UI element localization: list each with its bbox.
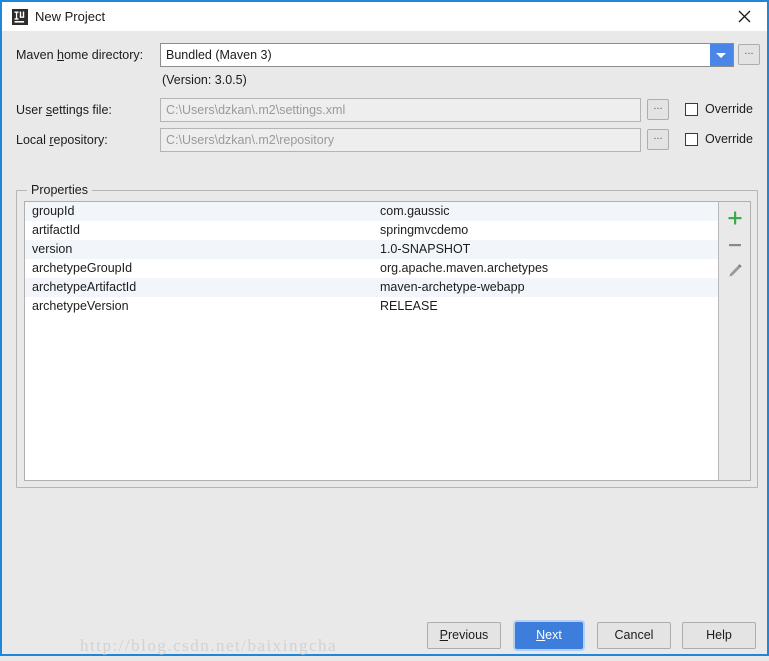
table-row[interactable]: artifactId springmvcdemo [25, 221, 719, 240]
table-row[interactable]: version 1.0-SNAPSHOT [25, 240, 719, 259]
local-repository-value: C:\Users\dzkan\.m2\repository [166, 133, 335, 147]
pencil-icon[interactable] [723, 259, 747, 283]
plus-icon[interactable] [723, 206, 747, 230]
close-icon[interactable] [722, 2, 767, 29]
property-value: com.gaussic [380, 204, 450, 218]
screenshot-root: New Project Maven home directory: Bundle… [0, 0, 769, 661]
maven-version-note: (Version: 3.0.5) [162, 73, 247, 87]
checkbox-label: Override [705, 132, 753, 146]
properties-group: Properties groupId com.gaussic artifactId s… [16, 183, 758, 488]
table-row[interactable]: archetypeVersion RELEASE [25, 297, 719, 316]
local-repository-input[interactable]: C:\Users\dzkan\.m2\repository [160, 128, 641, 152]
property-value: 1.0-SNAPSHOT [380, 242, 471, 256]
checkbox-label: Override [705, 102, 753, 116]
window-title: New Project [35, 9, 106, 24]
property-value: springmvcdemo [380, 223, 469, 237]
dialog-body: Maven home directory: Bundled (Maven 3) … [2, 31, 767, 654]
property-value: RELEASE [380, 299, 438, 313]
user-settings-input[interactable]: C:\Users\dzkan\.m2\settings.xml [160, 98, 641, 122]
maven-home-label: Maven home directory: [16, 48, 144, 62]
new-project-dialog: New Project Maven home directory: Bundle… [0, 0, 769, 656]
local-repository-browse-button[interactable]: ... [647, 129, 669, 150]
checkbox-box [685, 133, 698, 146]
maven-home-browse-button[interactable]: ... [738, 44, 760, 65]
background-cutoff-strip [0, 656, 769, 661]
property-key: artifactId [32, 223, 80, 237]
properties-table-wrapper: groupId com.gaussic artifactId springmvcdem… [24, 201, 751, 481]
properties-group-title: Properties [27, 183, 92, 197]
next-button[interactable]: Next [515, 622, 583, 649]
table-row[interactable]: archetypeArtifactId maven-archetype-webap… [25, 278, 719, 297]
property-key: archetypeGroupId [32, 261, 133, 275]
properties-table[interactable]: groupId com.gaussic artifactId springmvcdem… [25, 202, 719, 480]
property-value: maven-archetype-webapp [380, 280, 525, 294]
title-bar: New Project [2, 2, 767, 31]
table-row[interactable]: archetypeGroupId org.apache.maven.archety… [25, 259, 719, 278]
help-button[interactable]: Help [682, 622, 756, 649]
intellij-idea-icon [12, 9, 28, 25]
property-key: archetypeArtifactId [32, 280, 137, 294]
local-repository-label: Local repository: [16, 133, 108, 147]
checkbox-box [685, 103, 698, 116]
properties-toolbar [718, 202, 750, 480]
table-row[interactable]: groupId com.gaussic [25, 202, 719, 221]
cancel-button[interactable]: Cancel [597, 622, 671, 649]
user-settings-browse-button[interactable]: ... [647, 99, 669, 120]
previous-button[interactable]: Previous [427, 622, 501, 649]
chevron-down-icon[interactable] [710, 44, 733, 66]
user-settings-value: C:\Users\dzkan\.m2\settings.xml [166, 103, 346, 117]
property-key: archetypeVersion [32, 299, 129, 313]
property-key: version [32, 242, 73, 256]
user-settings-label: User settings file: [16, 103, 112, 117]
property-key: groupId [32, 204, 75, 218]
maven-home-combobox[interactable]: Bundled (Maven 3) [160, 43, 734, 67]
minus-icon[interactable] [723, 233, 747, 257]
maven-home-value: Bundled (Maven 3) [166, 48, 272, 62]
property-value: org.apache.maven.archetypes [380, 261, 549, 275]
